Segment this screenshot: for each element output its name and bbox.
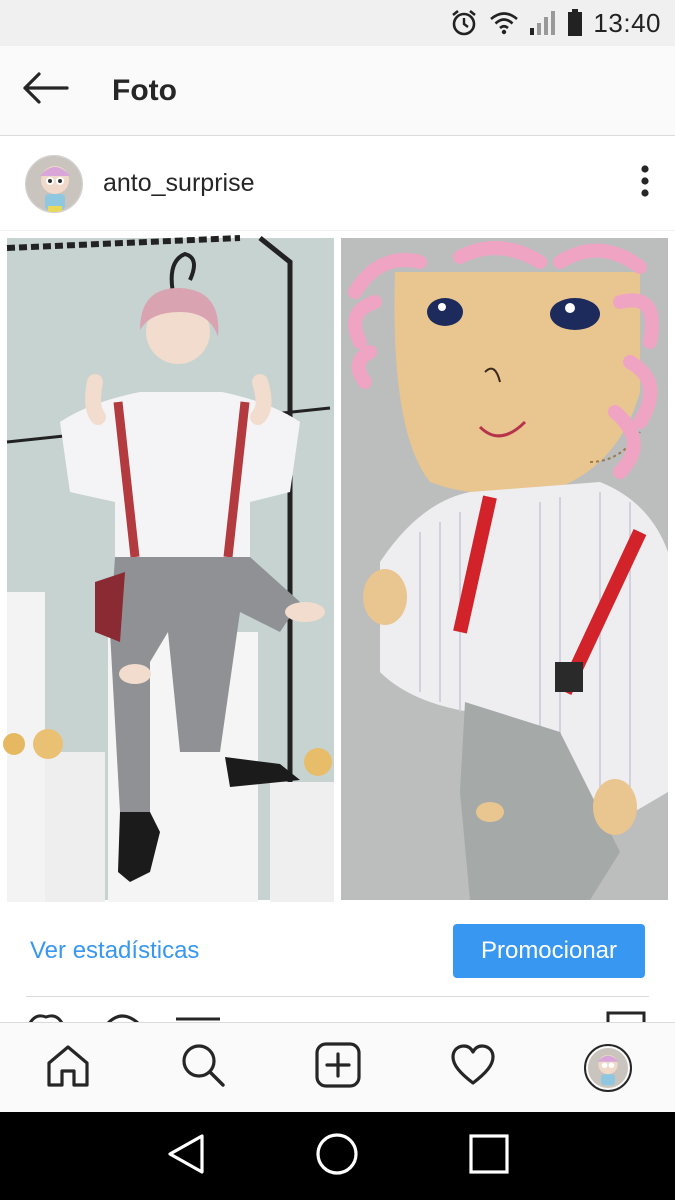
promote-button[interactable]: Promocionar — [453, 924, 645, 978]
top-app-bar: Foto — [0, 46, 675, 136]
view-stats-link[interactable]: Ver estadísticas — [30, 937, 453, 965]
status-time: 13:40 — [593, 7, 661, 38]
back-button[interactable] — [0, 46, 90, 136]
more-options-button[interactable] — [615, 154, 675, 214]
username[interactable]: anto_surprise — [103, 169, 615, 198]
status-bar: 13:40 — [0, 0, 675, 46]
heart-icon — [450, 1044, 496, 1091]
post-actions-row: Ver estadísticas Promocionar — [0, 906, 675, 996]
more-vertical-icon — [640, 164, 650, 203]
back-triangle-icon — [166, 1133, 206, 1180]
system-home-button[interactable] — [307, 1126, 367, 1186]
system-navigation-bar — [0, 1112, 675, 1200]
nav-profile[interactable] — [573, 1033, 643, 1103]
home-icon — [45, 1043, 91, 1092]
photo-doll-panel — [341, 238, 668, 900]
nav-activity[interactable] — [438, 1033, 508, 1103]
post-header: anto_surprise — [0, 137, 675, 231]
nav-home[interactable] — [33, 1033, 103, 1103]
photo-person-panel — [3, 235, 334, 902]
nav-add-post[interactable] — [303, 1033, 373, 1103]
add-post-icon — [314, 1042, 361, 1093]
arrow-left-icon — [21, 71, 69, 110]
system-recents-button[interactable] — [459, 1126, 519, 1186]
recents-square-icon — [468, 1133, 510, 1180]
bottom-navigation — [0, 1022, 675, 1112]
post-image[interactable] — [0, 232, 675, 906]
profile-avatar — [583, 1043, 632, 1092]
divider — [26, 996, 649, 997]
search-icon — [180, 1042, 226, 1093]
system-back-button[interactable] — [156, 1126, 216, 1186]
alarm-icon — [449, 8, 479, 38]
signal-icon — [529, 10, 557, 36]
nav-search[interactable] — [168, 1033, 238, 1103]
action-icons-peek — [0, 1010, 675, 1022]
avatar[interactable] — [25, 154, 83, 213]
page-title: Foto — [112, 73, 177, 107]
battery-icon — [567, 9, 583, 37]
wifi-icon — [489, 10, 519, 36]
home-circle-icon — [315, 1132, 359, 1181]
